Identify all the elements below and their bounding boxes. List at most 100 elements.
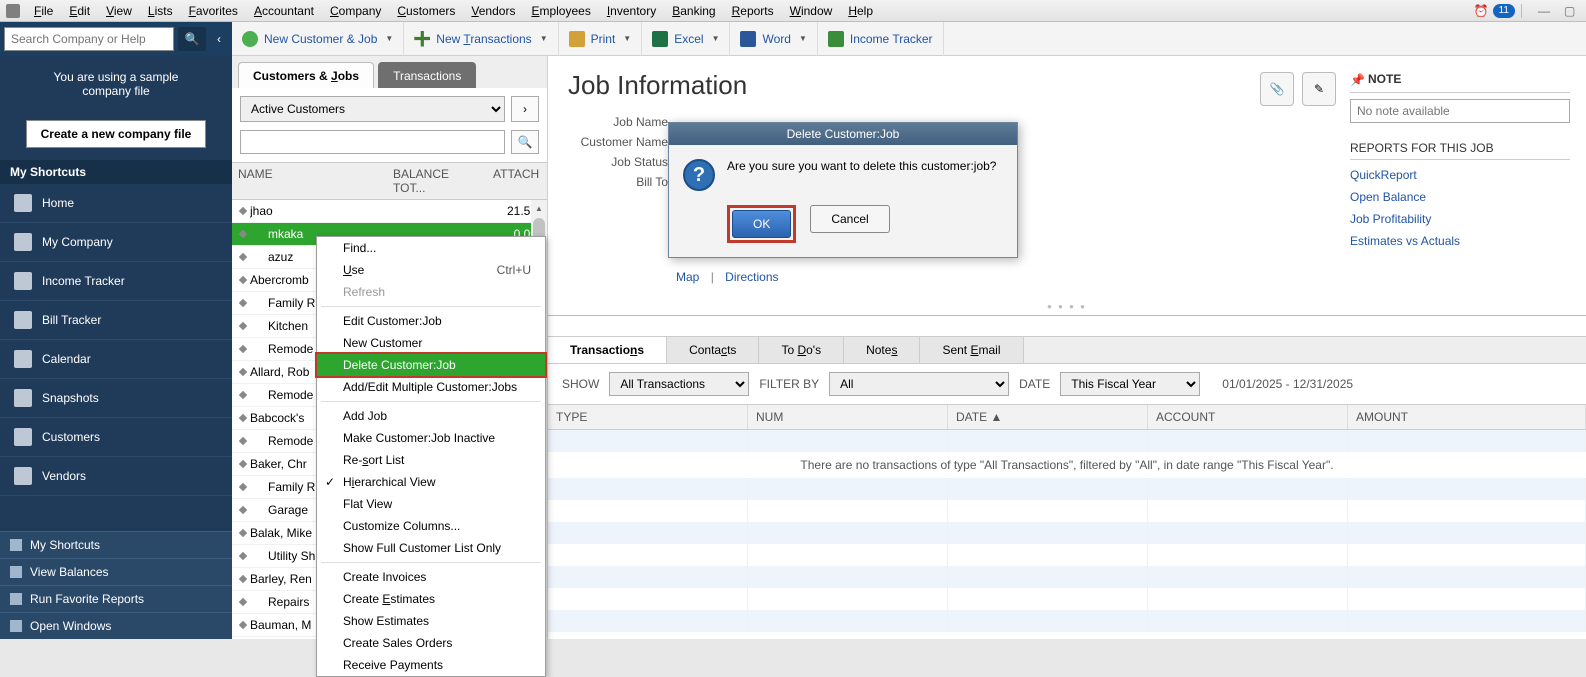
- search-bar: 🔍 ‹: [0, 22, 232, 56]
- report-link-job-profitability[interactable]: Job Profitability: [1350, 212, 1570, 226]
- sidebar-item-income-tracker[interactable]: Income Tracker: [0, 262, 232, 301]
- ctx-so[interactable]: Create Sales Orders: [317, 632, 545, 654]
- ctx-newc[interactable]: New Customer: [317, 332, 545, 354]
- ctx-shest[interactable]: Show Estimates: [317, 610, 545, 632]
- ctx-edit[interactable]: Edit Customer:Job: [317, 310, 545, 332]
- ctx-resort[interactable]: Re-sort List: [317, 449, 545, 471]
- new-transactions-button[interactable]: New Transactions▼: [404, 22, 558, 56]
- sidebar-item-home[interactable]: Home: [0, 184, 232, 223]
- splitter-handle[interactable]: ● ● ● ●: [1047, 302, 1087, 311]
- menu-employees[interactable]: Employees: [523, 2, 598, 20]
- menu-edit[interactable]: Edit: [61, 2, 98, 20]
- ctx-full[interactable]: Show Full Customer List Only: [317, 537, 545, 559]
- sidebar-item-calendar[interactable]: Calendar: [0, 340, 232, 379]
- sidebar-item-vendors[interactable]: Vendors: [0, 457, 232, 496]
- tab-transactions[interactable]: Transactions: [378, 62, 476, 88]
- print-button[interactable]: Print▼: [559, 22, 643, 56]
- menu-inventory[interactable]: Inventory: [599, 2, 664, 20]
- maximize-icon[interactable]: ▢: [1564, 4, 1580, 18]
- square-icon: [10, 620, 22, 632]
- edit-button[interactable]: ✎: [1302, 72, 1336, 106]
- menu-favorites[interactable]: Favorites: [181, 2, 246, 20]
- tx-tab-to-do-s[interactable]: To Do's: [759, 337, 844, 363]
- sidebar-item-bill-tracker[interactable]: Bill Tracker: [0, 301, 232, 340]
- menu-reports[interactable]: Reports: [724, 2, 782, 20]
- customer-filter-select[interactable]: Active Customers: [240, 96, 505, 122]
- col-amount[interactable]: AMOUNT: [1348, 405, 1586, 429]
- report-link-quickreport[interactable]: QuickReport: [1350, 168, 1570, 182]
- customer-row[interactable]: jhao21.55: [232, 200, 547, 223]
- customer-search-button[interactable]: 🔍: [511, 130, 539, 154]
- sidebar-item-my-company[interactable]: My Company: [0, 223, 232, 262]
- tx-tab-contacts[interactable]: Contacts: [667, 337, 759, 363]
- menu-window[interactable]: Window: [782, 2, 841, 20]
- ctx-addjob[interactable]: Add Job: [317, 405, 545, 427]
- show-select[interactable]: All Transactions: [609, 372, 749, 396]
- ctx-flat[interactable]: Flat View: [317, 493, 545, 515]
- col-date-[interactable]: DATE ▲: [948, 405, 1148, 429]
- create-company-button[interactable]: Create a new company file: [26, 120, 206, 148]
- tx-tab-sent-email[interactable]: Sent Email: [920, 337, 1023, 363]
- search-input[interactable]: [4, 27, 174, 51]
- ctx-multi[interactable]: Add/Edit Multiple Customer:Jobs: [317, 376, 545, 398]
- ctx-pay[interactable]: Receive Payments: [317, 654, 545, 676]
- map-link[interactable]: Map: [676, 270, 699, 284]
- dialog-message: Are you sure you want to delete this cus…: [727, 159, 996, 191]
- word-button[interactable]: Word▼: [730, 22, 817, 56]
- directions-link[interactable]: Directions: [725, 270, 778, 284]
- expand-button[interactable]: ›: [511, 96, 539, 122]
- menu-help[interactable]: Help: [840, 2, 881, 20]
- ctx-use[interactable]: UseCtrl+U: [317, 259, 545, 281]
- ok-button[interactable]: OK: [732, 210, 791, 238]
- square-icon: [10, 566, 22, 578]
- excel-button[interactable]: Excel▼: [642, 22, 730, 56]
- reminders-badge[interactable]: ⏰ 11: [1474, 4, 1515, 18]
- ctx-cols[interactable]: Customize Columns...: [317, 515, 545, 537]
- menu-accountant[interactable]: Accountant: [246, 2, 322, 20]
- income-tracker-button[interactable]: Income Tracker: [818, 22, 944, 56]
- col-num[interactable]: NUM: [748, 405, 948, 429]
- menu-lists[interactable]: Lists: [140, 2, 181, 20]
- ctx-inactive[interactable]: Make Customer:Job Inactive: [317, 427, 545, 449]
- menu-customers[interactable]: Customers: [389, 2, 463, 20]
- tx-tab-transactions[interactable]: Transactions: [548, 337, 667, 363]
- bottom-nav-my-shortcuts[interactable]: My Shortcuts: [0, 531, 232, 558]
- bottom-nav-open-windows[interactable]: Open Windows: [0, 612, 232, 639]
- word-icon: [740, 31, 756, 47]
- attach-button[interactable]: 📎: [1260, 72, 1294, 106]
- report-link-open-balance[interactable]: Open Balance: [1350, 190, 1570, 204]
- job-name-label: Job Name: [568, 115, 678, 129]
- date-label: DATE: [1019, 377, 1050, 391]
- ctx-inv[interactable]: Create Invoices: [317, 566, 545, 588]
- square-icon: [10, 539, 22, 551]
- ctx-del[interactable]: Delete Customer:Job: [317, 354, 545, 376]
- ctx-hier[interactable]: ✓Hierarchical View: [317, 471, 545, 493]
- note-input[interactable]: [1350, 99, 1570, 123]
- search-button[interactable]: 🔍: [178, 27, 206, 51]
- col-account[interactable]: ACCOUNT: [1148, 405, 1348, 429]
- report-link-estimates-vs-actuals[interactable]: Estimates vs Actuals: [1350, 234, 1570, 248]
- bottom-nav-run-favorite-reports[interactable]: Run Favorite Reports: [0, 585, 232, 612]
- new-customer-button[interactable]: New Customer & Job▼: [232, 22, 404, 56]
- menu-company[interactable]: Company: [322, 2, 389, 20]
- menu-banking[interactable]: Banking: [664, 2, 723, 20]
- sidebar-item-customers[interactable]: Customers: [0, 418, 232, 457]
- tx-tab-notes[interactable]: Notes: [844, 337, 920, 363]
- scroll-up-icon[interactable]: ▲: [531, 200, 547, 216]
- nav-icon: [14, 428, 32, 446]
- minimize-icon[interactable]: —: [1538, 4, 1554, 18]
- filter-select[interactable]: All: [829, 372, 1009, 396]
- cancel-button[interactable]: Cancel: [810, 205, 889, 233]
- collapse-sidebar-button[interactable]: ‹: [210, 27, 228, 51]
- customer-search-input[interactable]: [240, 130, 505, 154]
- tab-customers-jobs[interactable]: Customers & Jobs: [238, 62, 374, 88]
- ctx-find[interactable]: Find...: [317, 237, 545, 259]
- col-type[interactable]: TYPE: [548, 405, 748, 429]
- menu-view[interactable]: View: [98, 2, 140, 20]
- menu-vendors[interactable]: Vendors: [463, 2, 523, 20]
- menu-file[interactable]: File: [26, 2, 61, 20]
- ctx-est[interactable]: Create Estimates: [317, 588, 545, 610]
- bottom-nav-view-balances[interactable]: View Balances: [0, 558, 232, 585]
- sidebar-item-snapshots[interactable]: Snapshots: [0, 379, 232, 418]
- date-select[interactable]: This Fiscal Year: [1060, 372, 1200, 396]
